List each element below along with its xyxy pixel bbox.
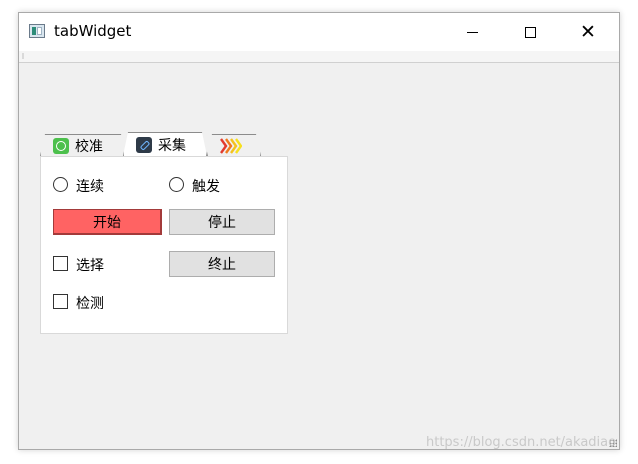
trigger-radio[interactable] (169, 177, 184, 192)
stop-button[interactable]: 停止 (169, 209, 275, 235)
tab-panel-acquire: 连续 触发 开始 停止 选择 终止 检测 (40, 156, 288, 334)
end-button-label: 终止 (208, 257, 236, 273)
detect-checkbox[interactable] (53, 294, 68, 309)
tab-acquire-label: 采集 (158, 137, 186, 154)
start-button-label: 开始 (93, 214, 121, 231)
link-icon (136, 137, 152, 153)
close-button[interactable]: ✕ (559, 13, 617, 51)
start-button[interactable]: 开始 (53, 209, 162, 235)
main-window: tabWidget ✕ 校准 采集 连续 触发 开始 停止 选择 终止 检测 (18, 12, 620, 450)
title-bar[interactable]: tabWidget ✕ (19, 13, 619, 51)
select-checkbox-label: 选择 (76, 258, 104, 274)
minimize-icon (466, 31, 478, 33)
maximize-button[interactable] (501, 13, 559, 51)
chevrons-icon (220, 138, 242, 154)
trigger-radio-label: 触发 (192, 179, 220, 195)
tab-acquire[interactable]: 采集 (123, 132, 207, 156)
continuous-radio-label: 连续 (76, 179, 104, 195)
minimize-button[interactable] (443, 13, 501, 51)
tab-bar: 校准 采集 (40, 134, 300, 157)
tab-calibrate-label: 校准 (75, 138, 103, 155)
detect-checkbox-label: 检测 (76, 296, 104, 312)
continuous-radio[interactable] (53, 177, 68, 192)
maximize-icon (524, 26, 536, 38)
tab-third[interactable] (207, 134, 261, 156)
toolbar (19, 51, 619, 63)
watermark-text: https://blog.csdn.net/akadiao (426, 435, 617, 450)
end-button[interactable]: 终止 (169, 251, 275, 277)
app-window-icon (29, 24, 45, 38)
globe-icon (53, 138, 69, 154)
toolbar-handle-icon[interactable] (22, 53, 24, 59)
stop-button-label: 停止 (208, 215, 236, 231)
tab-calibrate[interactable]: 校准 (40, 134, 126, 156)
select-checkbox[interactable] (53, 256, 68, 271)
close-icon: ✕ (580, 20, 596, 43)
window-title: tabWidget (54, 22, 132, 40)
